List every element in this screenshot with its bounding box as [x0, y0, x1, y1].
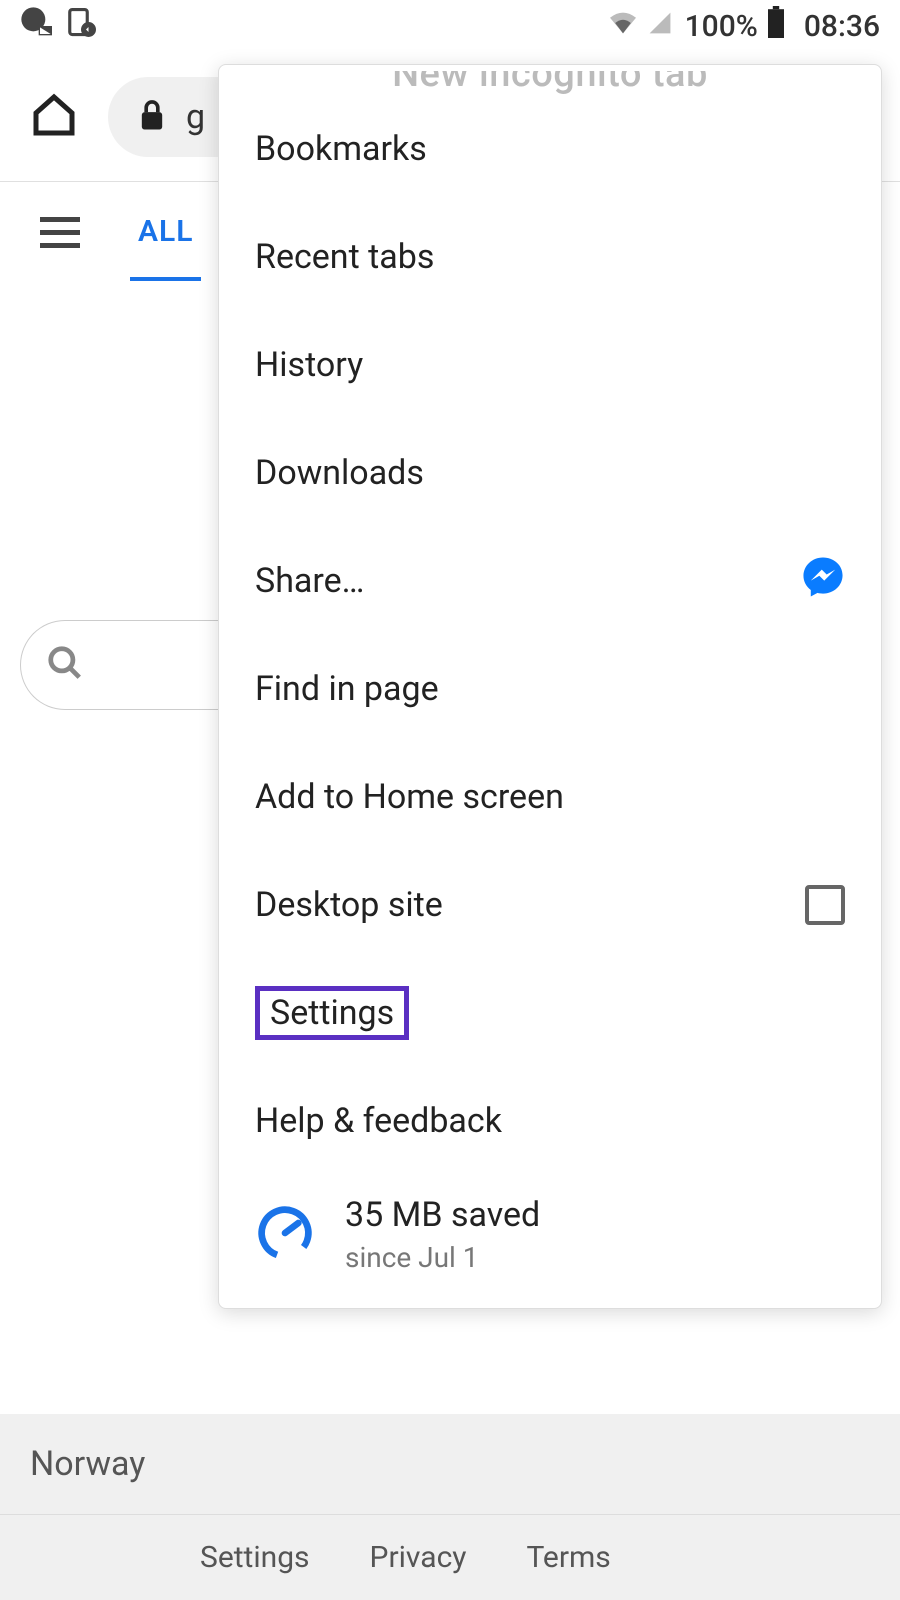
menu-label: History: [255, 345, 845, 385]
wifi-icon: [607, 9, 639, 44]
menu-label: Add to Home screen: [255, 777, 845, 817]
search-icon: [46, 644, 84, 686]
footer-link-terms[interactable]: Terms: [526, 1540, 610, 1575]
overflow-menu: New incognito tab Bookmarks Recent tabs …: [218, 64, 882, 1309]
url-text: g: [186, 97, 205, 137]
menu-label: Desktop site: [255, 885, 805, 925]
menu-item-new-incognito-tab[interactable]: New incognito tab: [219, 71, 881, 95]
menu-label: Share…: [255, 561, 801, 601]
lock-icon: [138, 99, 166, 135]
data-saver-since: since Jul 1: [345, 1241, 540, 1274]
menu-item-data-saver[interactable]: 35 MB saved since Jul 1: [219, 1175, 881, 1284]
menu-label: Downloads: [255, 453, 845, 493]
footer-link-settings[interactable]: Settings: [200, 1540, 310, 1575]
menu-item-bookmarks[interactable]: Bookmarks: [219, 95, 881, 203]
page-footer: Norway Settings Privacy Terms: [0, 1414, 900, 1600]
footer-link-privacy[interactable]: Privacy: [370, 1540, 467, 1575]
home-icon[interactable]: [30, 91, 78, 143]
battery-percent: 100%: [685, 9, 758, 44]
menu-item-downloads[interactable]: Downloads: [219, 419, 881, 527]
hamburger-icon[interactable]: [40, 217, 80, 248]
menu-item-share[interactable]: Share…: [219, 527, 881, 635]
footer-location: Norway: [0, 1414, 900, 1515]
notification-bubble-icon: [20, 6, 52, 46]
tab-all[interactable]: ALL: [130, 184, 201, 281]
menu-item-help-feedback[interactable]: Help & feedback: [219, 1067, 881, 1175]
menu-label: Recent tabs: [255, 237, 845, 277]
data-saver-amount: 35 MB saved: [345, 1195, 540, 1235]
menu-item-add-to-home[interactable]: Add to Home screen: [219, 743, 881, 851]
gauge-icon: [255, 1203, 315, 1267]
menu-label: Find in page: [255, 669, 845, 709]
signal-icon: [647, 9, 673, 44]
menu-item-settings[interactable]: Settings: [219, 959, 881, 1067]
settings-highlight-box: Settings: [255, 986, 409, 1041]
status-time: 08:36: [804, 9, 880, 44]
menu-item-recent-tabs[interactable]: Recent tabs: [219, 203, 881, 311]
battery-icon: [766, 6, 786, 46]
menu-label: Help & feedback: [255, 1101, 845, 1141]
menu-item-find-in-page[interactable]: Find in page: [219, 635, 881, 743]
menu-item-desktop-site[interactable]: Desktop site: [219, 851, 881, 959]
sync-icon: [66, 7, 96, 45]
status-bar: 100% 08:36: [0, 0, 900, 52]
menu-label: Bookmarks: [255, 129, 845, 169]
checkbox-unchecked-icon[interactable]: [805, 885, 845, 925]
menu-label: Settings: [255, 986, 845, 1041]
search-box[interactable]: [20, 620, 240, 710]
messenger-icon[interactable]: [801, 555, 845, 608]
menu-item-history[interactable]: History: [219, 311, 881, 419]
